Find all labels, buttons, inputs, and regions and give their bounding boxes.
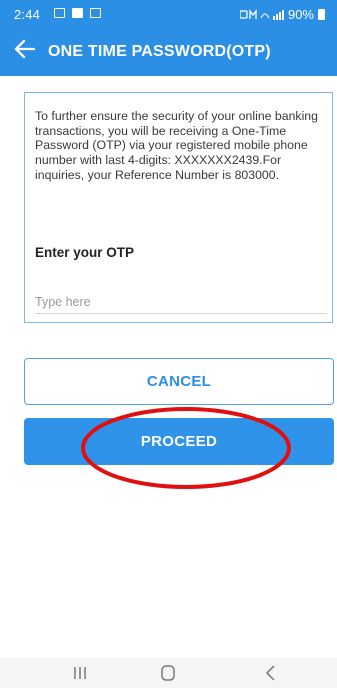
arrow-left-icon[interactable]	[14, 38, 36, 60]
recent-apps-icon[interactable]	[68, 662, 92, 684]
status-bar: 2:44 90%	[0, 0, 337, 28]
app-header: ONE TIME PASSWORD(OTP)	[0, 28, 337, 76]
gallery-icon	[54, 8, 65, 18]
status-time: 2:44	[14, 7, 41, 22]
chat-icon	[72, 8, 83, 18]
proceed-button-label: PROCEED	[140, 433, 218, 450]
cancel-button-label: CANCEL	[146, 373, 212, 390]
otp-input[interactable]	[35, 291, 327, 314]
chevron-left-icon[interactable]	[259, 662, 283, 684]
home-icon[interactable]	[156, 662, 180, 684]
cancel-button[interactable]: CANCEL	[24, 358, 334, 405]
page-title: ONE TIME PASSWORD(OTP)	[48, 43, 271, 60]
otp-card: To further ensure the security of your o…	[24, 92, 333, 323]
proceed-button[interactable]: PROCEED	[24, 418, 334, 465]
battery-percentage: 90%	[287, 7, 314, 22]
navigation-bar	[0, 658, 337, 688]
otp-info-message: To further ensure the security of your o…	[35, 109, 318, 182]
signal-wifi-icons	[239, 8, 284, 20]
otp-label: Enter your OTP	[35, 245, 135, 260]
battery-icon	[318, 9, 325, 20]
notification-icons	[54, 8, 101, 18]
notification-app-icon	[90, 8, 101, 18]
system-icons: 90%	[239, 7, 325, 22]
